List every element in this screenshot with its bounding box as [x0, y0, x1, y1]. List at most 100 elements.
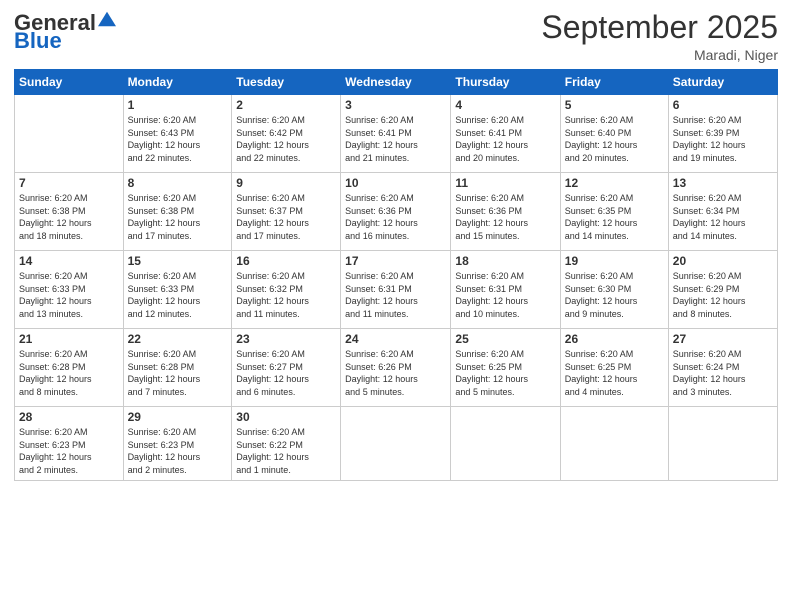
cell-2-6: 12 Sunrise: 6:20 AM Sunset: 6:35 PM Dayli… [560, 173, 668, 251]
day-info: Sunrise: 6:20 AM Sunset: 6:36 PM Dayligh… [345, 192, 446, 242]
day-number: 6 [673, 98, 773, 112]
day-number: 28 [19, 410, 119, 424]
cell-1-1 [15, 95, 124, 173]
col-header-sunday: Sunday [15, 70, 124, 95]
cell-4-7: 27 Sunrise: 6:20 AM Sunset: 6:24 PM Dayli… [668, 329, 777, 407]
day-info: Sunrise: 6:20 AM Sunset: 6:40 PM Dayligh… [565, 114, 664, 164]
day-info: Sunrise: 6:20 AM Sunset: 6:31 PM Dayligh… [455, 270, 555, 320]
day-info: Sunrise: 6:20 AM Sunset: 6:31 PM Dayligh… [345, 270, 446, 320]
cell-3-1: 14Sunrise: 6:20 AM Sunset: 6:33 PM Dayli… [15, 251, 124, 329]
cell-4-4: 24 Sunrise: 6:20 AM Sunset: 6:26 PM Dayli… [341, 329, 451, 407]
cell-4-6: 26Sunrise: 6:20 AM Sunset: 6:25 PM Dayli… [560, 329, 668, 407]
cell-2-1: 7 Sunrise: 6:20 AM Sunset: 6:38 PM Daylig… [15, 173, 124, 251]
week-row-1: 1Sunrise: 6:20 AM Sunset: 6:43 PM Daylig… [15, 95, 778, 173]
logo-icon [98, 10, 116, 28]
day-number: 19 [565, 254, 664, 268]
day-info: Sunrise: 6:20 AM Sunset: 6:23 PM Dayligh… [19, 426, 119, 476]
day-number: 9 [236, 176, 336, 190]
day-number: 3 [345, 98, 446, 112]
day-info: Sunrise: 6:20 AM Sunset: 6:27 PM Dayligh… [236, 348, 336, 398]
day-info: Sunrise: 6:20 AM Sunset: 6:36 PM Dayligh… [455, 192, 555, 242]
main-title: September 2025 [541, 10, 778, 45]
cell-3-2: 15Sunrise: 6:20 AM Sunset: 6:33 PM Dayli… [123, 251, 232, 329]
day-info: Sunrise: 6:20 AM Sunset: 6:24 PM Dayligh… [673, 348, 773, 398]
week-row-2: 7 Sunrise: 6:20 AM Sunset: 6:38 PM Daylig… [15, 173, 778, 251]
day-info: Sunrise: 6:20 AM Sunset: 6:35 PM Dayligh… [565, 192, 664, 242]
cell-2-7: 13 Sunrise: 6:20 AM Sunset: 6:34 PM Dayli… [668, 173, 777, 251]
day-info: Sunrise: 6:20 AM Sunset: 6:34 PM Dayligh… [673, 192, 773, 242]
col-header-friday: Friday [560, 70, 668, 95]
day-number: 5 [565, 98, 664, 112]
logo-blue-text: Blue [14, 28, 62, 54]
day-number: 27 [673, 332, 773, 346]
cell-3-4: 17 Sunrise: 6:20 AM Sunset: 6:31 PM Dayli… [341, 251, 451, 329]
day-info: Sunrise: 6:20 AM Sunset: 6:37 PM Dayligh… [236, 192, 336, 242]
day-info: Sunrise: 6:20 AM Sunset: 6:29 PM Dayligh… [673, 270, 773, 320]
cell-5-1: 28 Sunrise: 6:20 AM Sunset: 6:23 PM Dayli… [15, 407, 124, 480]
cell-3-7: 20 Sunrise: 6:20 AM Sunset: 6:29 PM Dayli… [668, 251, 777, 329]
day-info: Sunrise: 6:20 AM Sunset: 6:39 PM Dayligh… [673, 114, 773, 164]
day-number: 11 [455, 176, 555, 190]
cell-1-2: 1Sunrise: 6:20 AM Sunset: 6:43 PM Daylig… [123, 95, 232, 173]
day-number: 22 [128, 332, 228, 346]
calendar-table: SundayMondayTuesdayWednesdayThursdayFrid… [14, 69, 778, 480]
day-number: 13 [673, 176, 773, 190]
day-number: 24 [345, 332, 446, 346]
day-info: Sunrise: 6:20 AM Sunset: 6:32 PM Dayligh… [236, 270, 336, 320]
day-number: 20 [673, 254, 773, 268]
header-row: SundayMondayTuesdayWednesdayThursdayFrid… [15, 70, 778, 95]
col-header-thursday: Thursday [451, 70, 560, 95]
day-info: Sunrise: 6:20 AM Sunset: 6:22 PM Dayligh… [236, 426, 336, 476]
day-info: Sunrise: 6:20 AM Sunset: 6:33 PM Dayligh… [128, 270, 228, 320]
calendar-page: General Blue September 2025 Maradi, Nige… [0, 0, 792, 612]
col-header-tuesday: Tuesday [232, 70, 341, 95]
cell-4-3: 23 Sunrise: 6:20 AM Sunset: 6:27 PM Dayli… [232, 329, 341, 407]
cell-5-7 [668, 407, 777, 480]
day-number: 23 [236, 332, 336, 346]
day-info: Sunrise: 6:20 AM Sunset: 6:41 PM Dayligh… [455, 114, 555, 164]
day-number: 16 [236, 254, 336, 268]
day-info: Sunrise: 6:20 AM Sunset: 6:25 PM Dayligh… [455, 348, 555, 398]
day-info: Sunrise: 6:20 AM Sunset: 6:23 PM Dayligh… [128, 426, 228, 476]
header: General Blue September 2025 Maradi, Nige… [14, 10, 778, 63]
day-info: Sunrise: 6:20 AM Sunset: 6:28 PM Dayligh… [128, 348, 228, 398]
cell-1-4: 3Sunrise: 6:20 AM Sunset: 6:41 PM Daylig… [341, 95, 451, 173]
day-number: 30 [236, 410, 336, 424]
day-number: 17 [345, 254, 446, 268]
day-number: 12 [565, 176, 664, 190]
cell-1-7: 6 Sunrise: 6:20 AM Sunset: 6:39 PM Daylig… [668, 95, 777, 173]
cell-2-2: 8Sunrise: 6:20 AM Sunset: 6:38 PM Daylig… [123, 173, 232, 251]
week-row-5: 28 Sunrise: 6:20 AM Sunset: 6:23 PM Dayli… [15, 407, 778, 480]
cell-2-3: 9 Sunrise: 6:20 AM Sunset: 6:37 PM Daylig… [232, 173, 341, 251]
day-number: 21 [19, 332, 119, 346]
day-info: Sunrise: 6:20 AM Sunset: 6:30 PM Dayligh… [565, 270, 664, 320]
day-number: 1 [128, 98, 228, 112]
day-number: 18 [455, 254, 555, 268]
day-number: 2 [236, 98, 336, 112]
day-number: 25 [455, 332, 555, 346]
cell-5-5 [451, 407, 560, 480]
day-info: Sunrise: 6:20 AM Sunset: 6:26 PM Dayligh… [345, 348, 446, 398]
day-info: Sunrise: 6:20 AM Sunset: 6:42 PM Dayligh… [236, 114, 336, 164]
day-info: Sunrise: 6:20 AM Sunset: 6:38 PM Dayligh… [19, 192, 119, 242]
logo: General Blue [14, 10, 116, 54]
cell-1-6: 5 Sunrise: 6:20 AM Sunset: 6:40 PM Daylig… [560, 95, 668, 173]
day-info: Sunrise: 6:20 AM Sunset: 6:28 PM Dayligh… [19, 348, 119, 398]
cell-3-3: 16 Sunrise: 6:20 AM Sunset: 6:32 PM Dayli… [232, 251, 341, 329]
title-section: September 2025 Maradi, Niger [541, 10, 778, 63]
week-row-3: 14 Sunrise: 6:20 AM Sunset: 6:33 PM Dayli… [15, 251, 778, 329]
col-header-monday: Monday [123, 70, 232, 95]
day-number: 7 [19, 176, 119, 190]
cell-4-5: 25 Sunrise: 6:20 AM Sunset: 6:25 PM Dayli… [451, 329, 560, 407]
col-header-saturday: Saturday [668, 70, 777, 95]
day-number: 14 [19, 254, 119, 268]
cell-2-5: 11 Sunrise: 6:20 AM Sunset: 6:36 PM Dayli… [451, 173, 560, 251]
cell-4-1: 21 Sunrise: 6:20 AM Sunset: 6:28 PM Dayli… [15, 329, 124, 407]
cell-5-6 [560, 407, 668, 480]
subtitle: Maradi, Niger [541, 47, 778, 63]
day-info: Sunrise: 6:20 AM Sunset: 6:25 PM Dayligh… [565, 348, 664, 398]
day-number: 8 [128, 176, 228, 190]
cell-5-3: 30 Sunrise: 6:20 AM Sunset: 6:22 PM Dayli… [232, 407, 341, 480]
cell-4-2: 22 Sunrise: 6:20 AM Sunset: 6:28 PM Dayli… [123, 329, 232, 407]
cell-5-4 [341, 407, 451, 480]
